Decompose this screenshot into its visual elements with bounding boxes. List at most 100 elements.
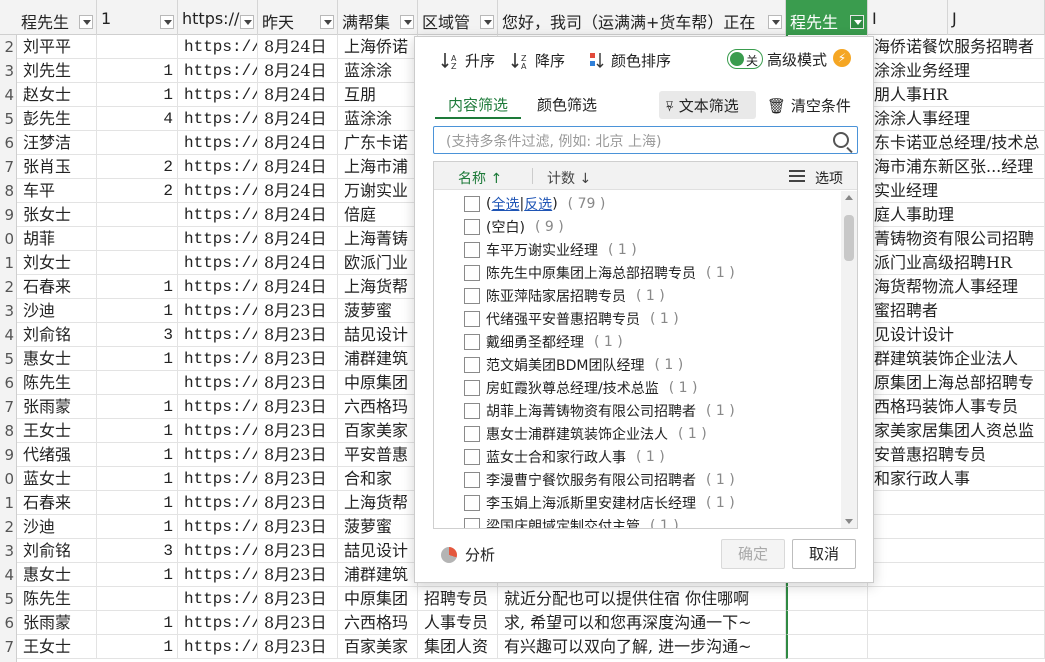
- cell-d[interactable]: 8月23日: [258, 323, 338, 347]
- cell-a[interactable]: 代绪强: [17, 443, 97, 467]
- cell-c[interactable]: https://:: [178, 443, 258, 467]
- cell-i[interactable]: [868, 515, 1045, 539]
- cell-a[interactable]: 蓝女士: [17, 467, 97, 491]
- checkbox[interactable]: [464, 310, 480, 327]
- cell-h[interactable]: [786, 611, 868, 635]
- cell-i[interactable]: 海货帮物流人事经理: [868, 275, 1045, 299]
- cell-a[interactable]: 陈先生: [17, 587, 97, 611]
- column-header-7[interactable]: 程先生: [786, 0, 868, 35]
- filter-dropdown-icon[interactable]: [400, 15, 414, 29]
- cell-e[interactable]: 上海菁铸: [338, 227, 418, 251]
- column-header-4[interactable]: 满帮集: [338, 0, 418, 35]
- cell-d[interactable]: 8月23日: [258, 419, 338, 443]
- list-item-blank[interactable]: (空白) ( 9 ): [464, 215, 564, 238]
- checkbox[interactable]: [464, 287, 480, 304]
- cell-a[interactable]: 王女士: [17, 419, 97, 443]
- row-number[interactable]: 6: [0, 131, 17, 155]
- cell-b[interactable]: 1: [97, 419, 178, 443]
- filter-dropdown-icon[interactable]: [480, 15, 494, 29]
- cell-c[interactable]: https://:: [178, 323, 258, 347]
- cell-a[interactable]: 张雨蒙: [17, 611, 97, 635]
- tab-content-filter[interactable]: 内容筛选: [448, 94, 508, 115]
- cell-c[interactable]: https://:: [178, 155, 258, 179]
- column-header-3[interactable]: 昨天: [258, 0, 338, 35]
- cell-e[interactable]: 欧派门业: [338, 251, 418, 275]
- checkbox[interactable]: [464, 517, 480, 528]
- column-header-2[interactable]: https://: [178, 0, 258, 35]
- cell-b[interactable]: 3: [97, 323, 178, 347]
- cell-b[interactable]: 1: [97, 563, 178, 587]
- search-icon[interactable]: [833, 132, 849, 148]
- cell-d[interactable]: 8月24日: [258, 227, 338, 251]
- cancel-button[interactable]: 取消: [792, 539, 856, 569]
- column-header-6[interactable]: 您好，我司（运满满+货车帮）正在: [498, 0, 786, 35]
- filter-dropdown-icon[interactable]: [240, 15, 254, 29]
- cell-i[interactable]: 和家行政人事: [868, 467, 1045, 491]
- cell-c[interactable]: https://:: [178, 635, 258, 659]
- column-header-1[interactable]: 1: [97, 0, 178, 35]
- cell-d[interactable]: 8月23日: [258, 443, 338, 467]
- column-header-8[interactable]: I: [868, 0, 948, 35]
- cell-e[interactable]: 广东卡诺: [338, 131, 418, 155]
- cell-b[interactable]: 1: [97, 443, 178, 467]
- row-number[interactable]: 7: [0, 635, 17, 659]
- cell-d[interactable]: 8月23日: [258, 395, 338, 419]
- cell-b[interactable]: [97, 203, 178, 227]
- cell-d[interactable]: 8月23日: [258, 347, 338, 371]
- cell-a[interactable]: 赵女士: [17, 83, 97, 107]
- cell-b[interactable]: 1: [97, 491, 178, 515]
- row-number[interactable]: 6: [0, 371, 17, 395]
- cell-c[interactable]: https://:: [178, 515, 258, 539]
- sort-descending-button[interactable]: ZA 降序: [511, 47, 565, 73]
- invert-selection-link[interactable]: 反选: [524, 194, 552, 214]
- list-item[interactable]: 陈先生中原集团上海总部招聘专员 ( 1 ): [464, 261, 735, 284]
- cell-a[interactable]: 刘女士: [17, 251, 97, 275]
- checkbox[interactable]: [464, 333, 480, 350]
- cell-i[interactable]: 蜜招聘者: [868, 299, 1045, 323]
- cell-d[interactable]: 8月24日: [258, 155, 338, 179]
- cell-b[interactable]: [97, 587, 178, 611]
- cell-d[interactable]: 8月24日: [258, 131, 338, 155]
- cell-d[interactable]: 8月24日: [258, 35, 338, 59]
- cell-c[interactable]: https://:: [178, 587, 258, 611]
- cell-b[interactable]: 1: [97, 635, 178, 659]
- cell-e[interactable]: 平安普惠: [338, 443, 418, 467]
- row-number[interactable]: 5: [0, 587, 17, 611]
- cell-c[interactable]: https://:: [178, 203, 258, 227]
- cell-a[interactable]: 沙迪: [17, 515, 97, 539]
- cell-a[interactable]: 惠女士: [17, 563, 97, 587]
- filter-dropdown-icon[interactable]: [79, 15, 93, 29]
- clear-conditions-button[interactable]: 🗑 清空条件: [767, 95, 851, 116]
- cell-i[interactable]: 群建筑装饰企业法人: [868, 347, 1045, 371]
- cell-c[interactable]: https://:: [178, 179, 258, 203]
- row-number[interactable]: 7: [0, 155, 17, 179]
- cell-b[interactable]: [97, 35, 178, 59]
- cell-b[interactable]: [97, 251, 178, 275]
- list-item[interactable]: 陈亚萍陆家居招聘专员 ( 1 ): [464, 284, 665, 307]
- list-item[interactable]: 惠女士浦群建筑装饰企业法人 ( 1 ): [464, 422, 707, 445]
- cell-d[interactable]: 8月24日: [258, 107, 338, 131]
- cell-c[interactable]: https://:: [178, 299, 258, 323]
- row-number[interactable]: 4: [0, 563, 17, 587]
- tab-color-filter[interactable]: 颜色筛选: [537, 94, 597, 115]
- checkbox[interactable]: [464, 264, 480, 281]
- cell-f[interactable]: 招聘专员: [418, 587, 498, 611]
- cell-d[interactable]: 8月24日: [258, 275, 338, 299]
- cell-b[interactable]: [97, 227, 178, 251]
- cell-d[interactable]: 8月23日: [258, 539, 338, 563]
- cell-i[interactable]: 实业经理: [868, 179, 1045, 203]
- checkbox[interactable]: [464, 195, 480, 212]
- active-filter-dropdown-icon[interactable]: [850, 15, 864, 29]
- row-number[interactable]: 3: [0, 299, 17, 323]
- column-header-5[interactable]: 区域管: [418, 0, 498, 35]
- cell-e[interactable]: 上海货帮: [338, 491, 418, 515]
- cell-d[interactable]: 8月24日: [258, 179, 338, 203]
- cell-e[interactable]: 蓝涂涂: [338, 59, 418, 83]
- row-number[interactable]: 9: [0, 203, 17, 227]
- row-number[interactable]: 8: [0, 179, 17, 203]
- cell-e[interactable]: 百家美家: [338, 419, 418, 443]
- cell-c[interactable]: https://:: [178, 275, 258, 299]
- row-number[interactable]: 9: [0, 443, 17, 467]
- cell-c[interactable]: https://:: [178, 35, 258, 59]
- cell-c[interactable]: https://:: [178, 611, 258, 635]
